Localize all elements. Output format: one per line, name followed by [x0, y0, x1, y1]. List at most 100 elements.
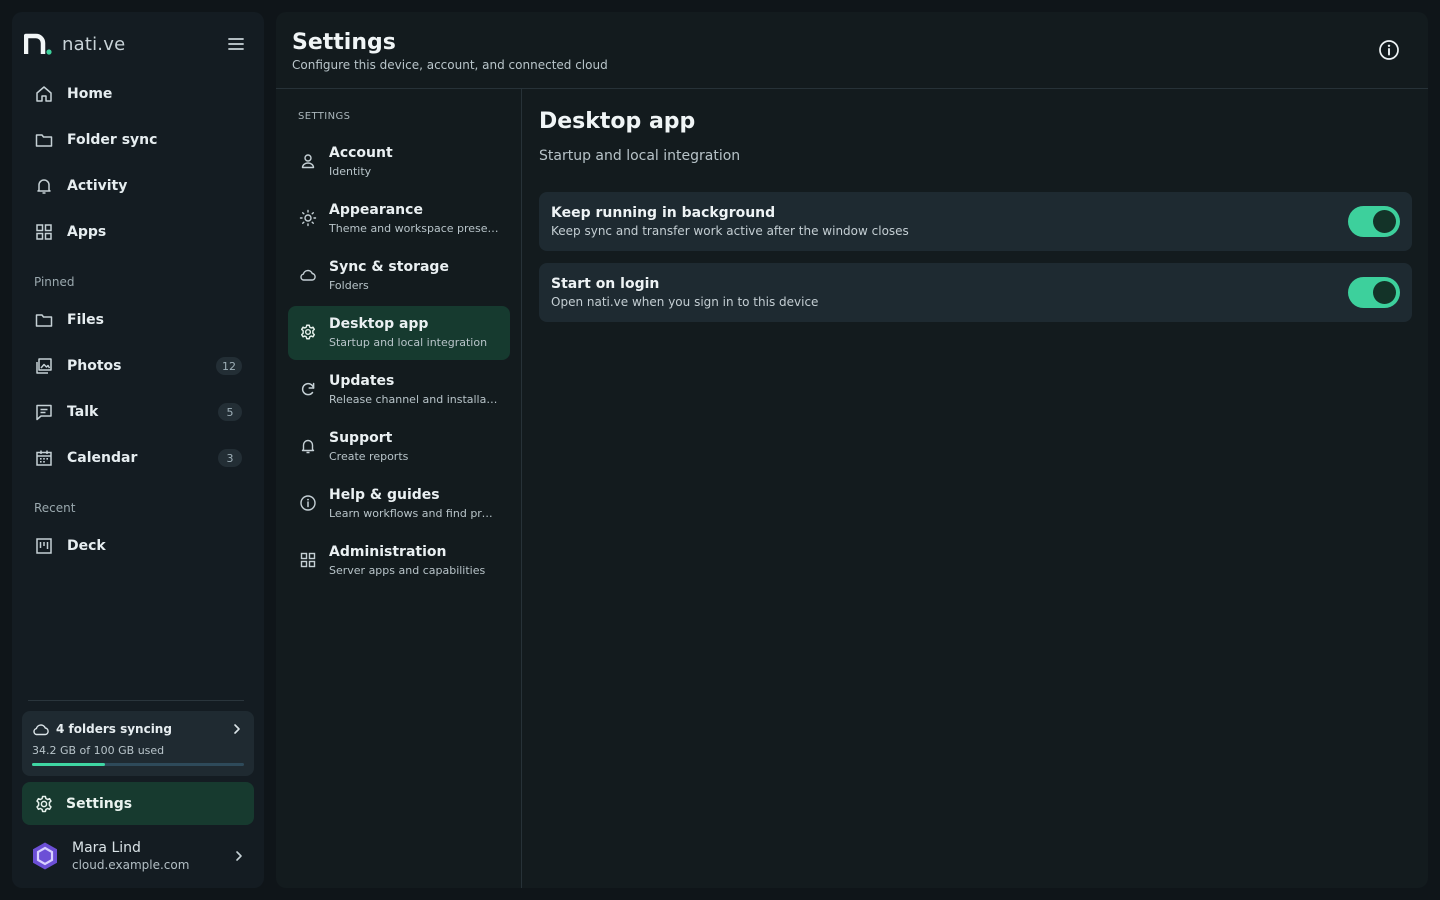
nav-label: Folder sync [67, 132, 158, 148]
nav-item-talk[interactable]: Talk 5 [22, 392, 254, 432]
settings-nav-subtitle: Learn workflows and find proj... [329, 507, 499, 520]
refresh-icon [301, 382, 315, 396]
nav-item-activity[interactable]: Activity [22, 166, 254, 206]
settings-button-label: Settings [66, 795, 133, 812]
start-on-login-toggle[interactable] [1348, 277, 1400, 308]
settings-nav-title: Account [329, 145, 393, 161]
hamburger-menu-icon[interactable] [226, 34, 246, 54]
settings-content: Desktop app Startup and local integratio… [523, 89, 1428, 888]
pinned-section-label: Pinned [34, 275, 75, 289]
nav-label: Talk [67, 404, 99, 420]
brand: nati.ve [24, 30, 252, 58]
nav-label: Activity [67, 178, 128, 194]
grid-icon [36, 224, 52, 240]
toggle-knob [1373, 281, 1396, 304]
brand-logo-icon [24, 33, 52, 55]
count-badge: 12 [216, 357, 242, 375]
settings-nav-title: Appearance [329, 202, 423, 218]
section-subtitle: Startup and local integration [539, 148, 741, 164]
main-header: Settings Configure this device, account,… [276, 12, 1428, 89]
option-description: Keep sync and transfer work active after… [551, 224, 909, 238]
cloud-icon [300, 269, 316, 281]
sidebar: nati.ve Home Folder sync Activity Apps P… [12, 12, 264, 888]
keep-running-toggle[interactable] [1348, 206, 1400, 237]
settings-nav-desktop-app[interactable]: Desktop app Startup and local integratio… [288, 306, 510, 360]
settings-nav-label: SETTINGS [298, 111, 351, 122]
page-title: Settings [292, 30, 396, 55]
storage-progress-bar [32, 763, 244, 766]
settings-nav-title: Administration [329, 544, 447, 560]
nav-label: Photos [67, 358, 122, 374]
count-badge: 3 [218, 449, 242, 467]
chat-icon [36, 404, 52, 421]
nav-item-calendar[interactable]: Calendar 3 [22, 438, 254, 478]
settings-nav-sync-storage[interactable]: Sync & storage Folders [288, 249, 510, 303]
storage-progress-fill [32, 763, 105, 766]
settings-nav: SETTINGS Account Identity Appearance The… [276, 89, 522, 888]
settings-nav-subtitle: Server apps and capabilities [329, 564, 486, 577]
sidebar-divider [28, 700, 244, 701]
nav-label: Calendar [67, 450, 138, 466]
recent-section-label: Recent [34, 501, 76, 515]
gear-icon [300, 324, 316, 340]
settings-nav-title: Desktop app [329, 316, 429, 332]
sync-status-card[interactable]: 4 folders syncing 34.2 GB of 100 GB used [22, 711, 254, 776]
option-keep-running-background: Keep running in background Keep sync and… [539, 192, 1412, 251]
settings-nav-subtitle: Release channel and installation [329, 393, 499, 406]
option-start-on-login: Start on login Open nati.ve when you sig… [539, 263, 1412, 322]
settings-nav-account[interactable]: Account Identity [288, 135, 510, 189]
nav-label: Files [67, 312, 104, 328]
nav-label: Home [67, 86, 113, 102]
settings-nav-subtitle: Theme and workspace presen... [329, 222, 499, 235]
settings-nav-administration[interactable]: Administration Server apps and capabilit… [288, 534, 510, 588]
avatar [33, 842, 57, 870]
option-title: Keep running in background [551, 205, 776, 221]
section-title: Desktop app [539, 109, 696, 134]
settings-nav-updates[interactable]: Updates Release channel and installation [288, 363, 510, 417]
info-icon[interactable] [1378, 39, 1400, 61]
user-name: Mara Lind [72, 840, 141, 856]
folder-icon [35, 134, 53, 147]
sync-title: 4 folders syncing [56, 722, 172, 736]
nav-item-home[interactable]: Home [22, 74, 254, 114]
folder-icon [35, 314, 53, 327]
cloud-icon [33, 724, 49, 736]
settings-nav-support[interactable]: Support Create reports [288, 420, 510, 474]
calendar-icon [36, 450, 52, 466]
grid-icon [300, 552, 316, 568]
brand-name: nati.ve [62, 33, 126, 55]
settings-button[interactable]: Settings [22, 782, 254, 825]
settings-nav-title: Support [329, 430, 393, 446]
settings-nav-title: Help & guides [329, 487, 440, 503]
page-subtitle: Configure this device, account, and conn… [292, 58, 608, 72]
option-title: Start on login [551, 276, 660, 292]
nav-item-deck[interactable]: Deck [22, 526, 254, 566]
storage-usage-text: 34.2 GB of 100 GB used [32, 744, 165, 757]
user-account-row[interactable]: Mara Lind cloud.example.com [22, 832, 254, 880]
deck-icon [36, 538, 52, 554]
sun-icon [299, 209, 317, 227]
user-host: cloud.example.com [72, 858, 190, 872]
nav-item-apps[interactable]: Apps [22, 212, 254, 252]
info-icon [300, 495, 316, 511]
toggle-knob [1373, 210, 1396, 233]
nav-label: Deck [67, 538, 106, 554]
bell-icon [301, 439, 315, 454]
count-badge: 5 [218, 403, 242, 421]
chevron-right-icon [236, 851, 242, 861]
settings-nav-help-guides[interactable]: Help & guides Learn workflows and find p… [288, 477, 510, 531]
settings-nav-title: Updates [329, 373, 395, 389]
gear-icon [36, 795, 52, 812]
option-description: Open nati.ve when you sign in to this de… [551, 295, 819, 309]
nav-item-folder-sync[interactable]: Folder sync [22, 120, 254, 160]
bell-icon [37, 179, 51, 194]
settings-nav-subtitle: Startup and local integration [329, 336, 488, 349]
settings-nav-appearance[interactable]: Appearance Theme and workspace presen... [288, 192, 510, 246]
chevron-right-icon [234, 724, 240, 734]
nav-item-photos[interactable]: Photos 12 [22, 346, 254, 386]
nav-item-files[interactable]: Files [22, 300, 254, 340]
settings-nav-subtitle: Folders [329, 279, 369, 292]
settings-nav-title: Sync & storage [329, 259, 449, 275]
home-icon [36, 86, 52, 102]
photos-icon [36, 358, 52, 374]
